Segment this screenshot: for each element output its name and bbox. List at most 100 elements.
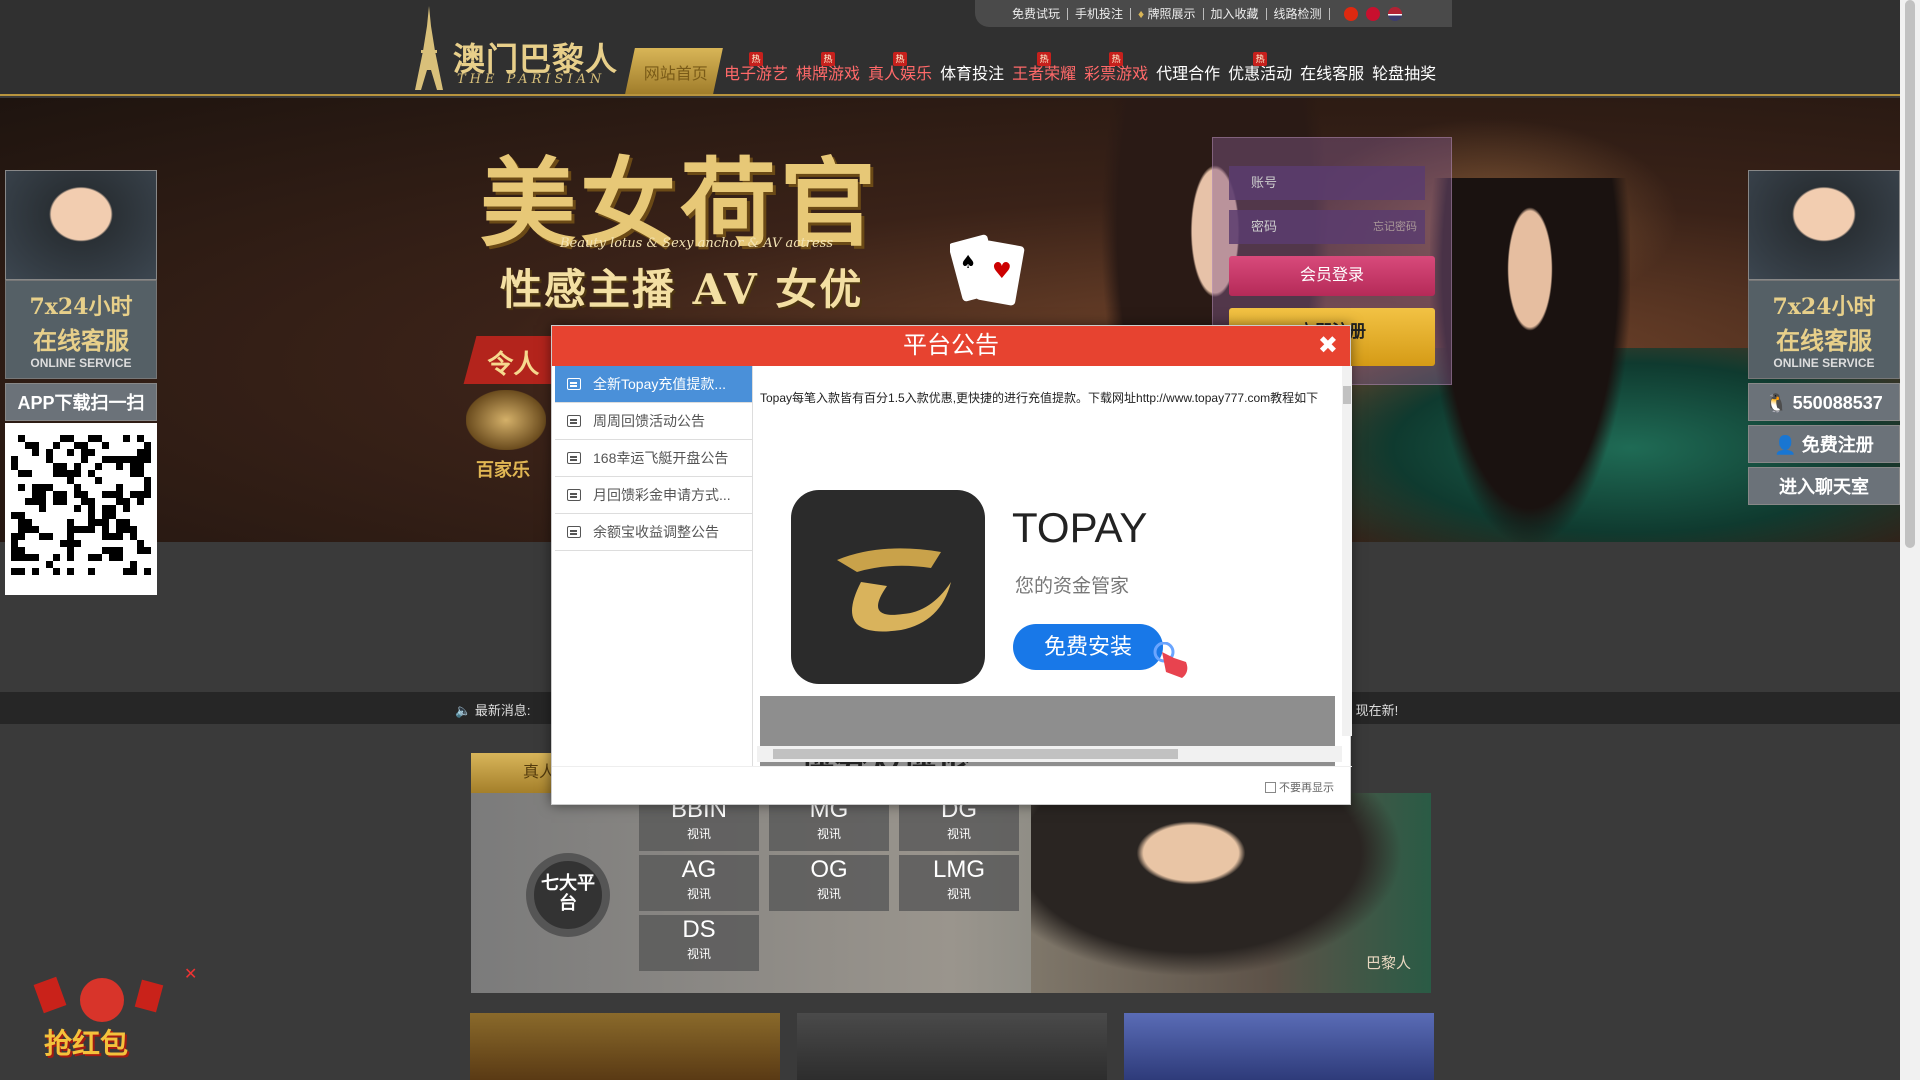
account-input[interactable]: 账号 bbox=[1229, 166, 1425, 200]
qq-button[interactable]: 🐧 550088537 bbox=[1748, 383, 1900, 421]
topay-app-name: TOPAY bbox=[1012, 504, 1148, 551]
qr-module bbox=[123, 568, 130, 575]
license-link[interactable]: ♦ 牌照展示 bbox=[1131, 7, 1204, 20]
password-input[interactable]: 密码 忘记密码 bbox=[1229, 210, 1425, 244]
modal-horizontal-scrollbar[interactable] bbox=[757, 746, 1342, 762]
top-utility-bar: 免费试玩 手机投注 ♦ 牌照展示 加入收藏 线路检测 bbox=[975, 0, 1452, 27]
qr-module bbox=[95, 477, 102, 484]
qr-module bbox=[18, 470, 25, 477]
qr-module bbox=[88, 512, 95, 519]
message-icon bbox=[567, 526, 581, 538]
free-register-button[interactable]: 👤 免费注册 bbox=[1748, 425, 1900, 463]
us-flag-icon[interactable] bbox=[1387, 6, 1402, 21]
lottery-card[interactable] bbox=[1124, 1013, 1434, 1080]
free-trial-link[interactable]: 免费试玩 bbox=[1005, 7, 1069, 20]
topay-app-icon bbox=[791, 490, 985, 684]
page-scrollbar-thumb[interactable] bbox=[1905, 0, 1915, 548]
qr-module bbox=[130, 456, 137, 463]
qr-module bbox=[144, 442, 151, 449]
nav-home[interactable]: 网站首页 bbox=[625, 48, 723, 94]
slots-card[interactable] bbox=[470, 1013, 780, 1080]
announcement-item[interactable]: 周周回馈活动公告 bbox=[555, 403, 752, 440]
chat-room-button[interactable]: 进入聊天室 bbox=[1748, 467, 1900, 505]
qr-module bbox=[88, 505, 95, 512]
platform-og[interactable]: OG 视讯 bbox=[769, 855, 889, 911]
qr-module bbox=[102, 491, 109, 498]
nav-online-service[interactable]: 在线客服 bbox=[1296, 60, 1368, 94]
qr-module bbox=[11, 547, 18, 554]
page-scrollbar[interactable] bbox=[1900, 0, 1920, 1080]
dont-show-again[interactable]: 不要再显示 bbox=[1265, 779, 1334, 795]
line-check-link[interactable]: 线路检测 bbox=[1267, 7, 1330, 20]
platform-ds[interactable]: DS 视讯 bbox=[639, 915, 759, 971]
red-envelope-promo[interactable]: 抢红包 bbox=[18, 960, 186, 1066]
announcement-item[interactable]: 全新Topay充值提款... bbox=[555, 366, 752, 403]
qr-module bbox=[81, 526, 88, 533]
nav-roulette-draw[interactable]: 轮盘抽奖 bbox=[1368, 60, 1440, 94]
install-button[interactable]: 免费安装 bbox=[1013, 624, 1163, 670]
mobile-bet-link[interactable]: 手机投注 bbox=[1068, 7, 1132, 20]
qr-module bbox=[137, 491, 144, 498]
qr-module bbox=[102, 519, 109, 526]
qr-module bbox=[74, 491, 81, 498]
qr-module bbox=[123, 498, 130, 505]
nav-lottery[interactable]: 热彩票游戏 bbox=[1080, 52, 1152, 94]
site-logo[interactable]: 澳门巴黎人 THE PARISIAN bbox=[405, 6, 625, 90]
qr-module bbox=[67, 519, 74, 526]
qr-module bbox=[109, 456, 116, 463]
qr-module bbox=[18, 435, 25, 442]
add-favorite-link[interactable]: 加入收藏 bbox=[1204, 7, 1267, 20]
modal-header: 平台公告 ✖ bbox=[552, 326, 1350, 366]
qr-module bbox=[116, 547, 123, 554]
announcement-item[interactable]: 月回馈彩金申请方式... bbox=[555, 477, 752, 514]
qr-module bbox=[116, 463, 123, 470]
nav-agent[interactable]: 代理合作 bbox=[1152, 60, 1224, 94]
qr-module bbox=[130, 533, 137, 540]
qr-module bbox=[46, 561, 53, 568]
qr-module bbox=[53, 568, 60, 575]
cn-flag-icon[interactable] bbox=[1365, 6, 1380, 21]
qr-module bbox=[116, 519, 123, 526]
nav-slots[interactable]: 热电子游艺 bbox=[720, 52, 792, 94]
nav-honor-of-kings[interactable]: 热王者荣耀 bbox=[1008, 52, 1080, 94]
nav-sports[interactable]: 体育投注 bbox=[936, 60, 1008, 94]
qr-module bbox=[60, 498, 67, 505]
pointer-hand-icon bbox=[1153, 642, 1188, 678]
modal-vertical-scrollbar[interactable] bbox=[1342, 366, 1352, 736]
qr-module bbox=[67, 449, 74, 456]
modal-hscroll-thumb[interactable] bbox=[773, 749, 1178, 759]
qr-module bbox=[116, 491, 123, 498]
live-brand-watermark: 巴黎人 bbox=[1365, 955, 1411, 972]
qr-module bbox=[74, 540, 81, 547]
qr-module bbox=[67, 554, 74, 561]
qr-module bbox=[88, 568, 95, 575]
red-envelope-close-icon[interactable]: ✕ bbox=[184, 964, 197, 984]
hk-flag-icon[interactable] bbox=[1343, 6, 1358, 21]
qr-module bbox=[18, 484, 25, 491]
qr-module bbox=[88, 470, 95, 477]
login-button[interactable]: 会员登录 bbox=[1229, 256, 1435, 296]
nav-chess[interactable]: 热棋牌游戏 bbox=[792, 52, 864, 94]
forgot-password-link[interactable]: 忘记密码 bbox=[1373, 210, 1417, 244]
modal-vscroll-thumb[interactable] bbox=[1343, 386, 1351, 404]
sports-card[interactable] bbox=[797, 1013, 1107, 1080]
close-icon[interactable]: ✖ bbox=[1318, 326, 1338, 366]
svg-text:♥: ♥ bbox=[992, 259, 1012, 284]
qr-module bbox=[116, 526, 123, 533]
online-service-box[interactable]: 7x24小时 在线客服 ONLINE SERVICE bbox=[1748, 280, 1900, 379]
announcement-item[interactable]: 余额宝收益调整公告 bbox=[555, 514, 752, 551]
main-nav: 网站首页 热电子游艺 热棋牌游戏 热真人娱乐 体育投注 热王者荣耀 热彩票游戏 … bbox=[625, 48, 1440, 94]
qr-module bbox=[32, 554, 39, 561]
dont-show-checkbox[interactable] bbox=[1265, 781, 1276, 793]
nav-live-casino[interactable]: 热真人娱乐 bbox=[864, 52, 936, 94]
platform-ag[interactable]: AG 视讯 bbox=[639, 855, 759, 911]
qr-module bbox=[39, 505, 46, 512]
nav-promotions[interactable]: 热优惠活动 bbox=[1224, 52, 1296, 94]
qr-module bbox=[74, 442, 81, 449]
online-service-box[interactable]: 7x24小时 在线客服 ONLINE SERVICE bbox=[5, 280, 157, 379]
qr-module bbox=[53, 470, 60, 477]
platform-lmg[interactable]: LMG 视讯 bbox=[899, 855, 1019, 911]
announcement-item[interactable]: 168幸运飞艇开盘公告 bbox=[555, 440, 752, 477]
qr-module bbox=[123, 456, 130, 463]
qr-module bbox=[25, 470, 32, 477]
